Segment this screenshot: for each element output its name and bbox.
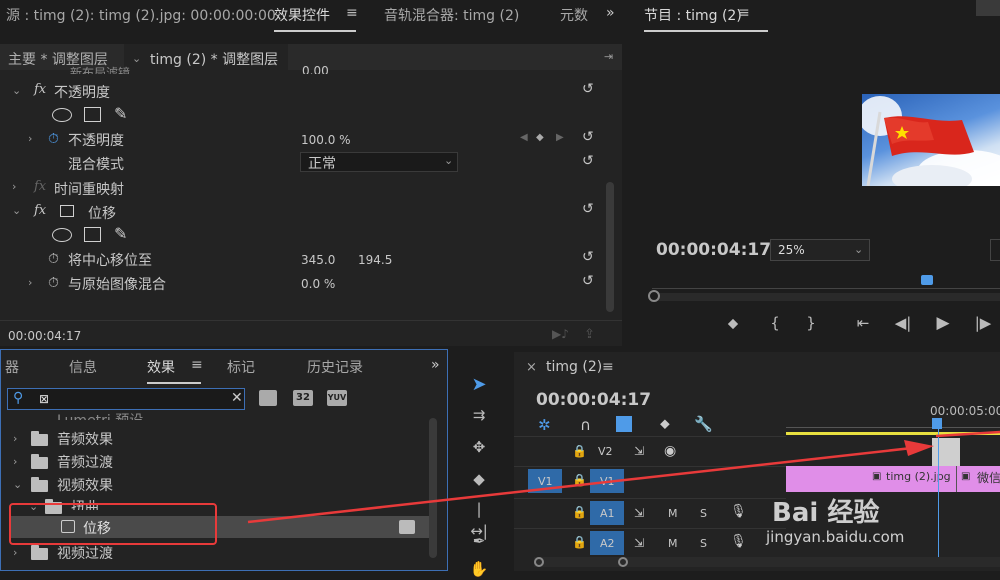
watermark-brand: Bai 经验 xyxy=(772,498,880,528)
watermark-url: jingyan.baidu.com xyxy=(766,528,905,546)
annotation-arrow xyxy=(247,430,1000,524)
